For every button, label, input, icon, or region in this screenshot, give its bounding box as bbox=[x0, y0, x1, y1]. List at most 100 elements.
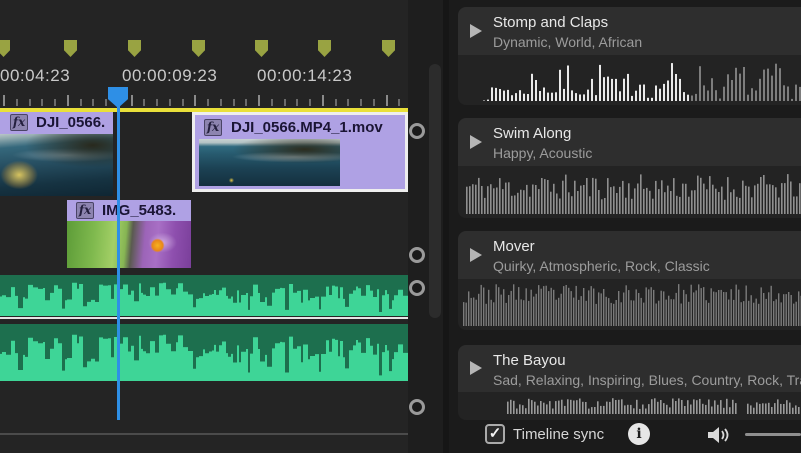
library-track-item[interactable]: Swim Along Happy, Acoustic bbox=[458, 118, 801, 218]
info-icon[interactable]: i bbox=[628, 423, 650, 445]
clip-header: fx IMG_5483. bbox=[67, 200, 191, 221]
timecode-label: 00:00:14:23 bbox=[257, 66, 352, 86]
library-track-header: Stomp and Claps Dynamic, World, African bbox=[458, 7, 801, 55]
ruler-tick bbox=[80, 99, 82, 106]
fx-effect-badge-icon[interactable]: fx bbox=[204, 119, 222, 136]
volume-icon[interactable] bbox=[706, 424, 732, 446]
track-title: The Bayou bbox=[493, 352, 566, 369]
track-tags: Dynamic, World, African bbox=[493, 34, 642, 50]
ruler-tick bbox=[54, 99, 56, 106]
library-track-item[interactable]: Stomp and Claps Dynamic, World, African bbox=[458, 7, 801, 105]
ruler-tick bbox=[143, 99, 145, 106]
ruler-tick bbox=[3, 95, 5, 106]
waveform-preview[interactable] bbox=[458, 279, 801, 330]
timeline-marker-icon[interactable] bbox=[0, 40, 10, 57]
editor-window: 00:04:23 00:00:09:23 00:00:14:23 fx DJI_… bbox=[0, 0, 801, 453]
track-control-strip bbox=[408, 0, 443, 453]
track-title: Stomp and Claps bbox=[493, 14, 608, 31]
ruler-tick bbox=[207, 99, 209, 106]
ruler-tick bbox=[309, 99, 311, 106]
timeline-bottom-divider bbox=[0, 433, 408, 435]
ruler-tick bbox=[233, 99, 235, 106]
library-track-header: Swim Along Happy, Acoustic bbox=[458, 118, 801, 166]
clip-header: fx DJI_0566.MP4_1.mov bbox=[195, 115, 405, 137]
audio-clip-divider bbox=[0, 317, 408, 319]
waveform-preview[interactable] bbox=[458, 166, 801, 218]
clip-thumbnail bbox=[0, 134, 113, 196]
timeline-sync-label: Timeline sync bbox=[513, 426, 604, 443]
clip-thumbnail bbox=[67, 221, 191, 268]
vertical-scrollbar[interactable] bbox=[429, 64, 441, 318]
ruler-tick bbox=[156, 99, 158, 106]
clip-title: DJI_0566. bbox=[36, 114, 105, 131]
track-target-ring-icon[interactable] bbox=[409, 123, 425, 139]
video-clip[interactable]: fx DJI_0566. bbox=[0, 112, 113, 196]
timeline-panel: 00:04:23 00:00:09:23 00:00:14:23 fx DJI_… bbox=[0, 0, 443, 453]
ruler-tick bbox=[182, 99, 184, 106]
ruler-tick bbox=[16, 99, 18, 106]
timeline-marker-icon[interactable] bbox=[192, 40, 205, 57]
clip-thumbnail bbox=[199, 139, 340, 186]
ruler-tick bbox=[386, 95, 388, 106]
play-icon[interactable] bbox=[470, 24, 482, 38]
clip-header: fx DJI_0566. bbox=[0, 112, 113, 134]
ruler-tick bbox=[169, 99, 171, 106]
library-footer: ✓ Timeline sync i bbox=[449, 420, 801, 453]
fx-effect-badge-icon[interactable]: fx bbox=[10, 114, 28, 131]
ruler-tick bbox=[67, 95, 69, 106]
audio-clip-channel-2[interactable] bbox=[0, 324, 408, 381]
library-track-item[interactable]: Mover Quirky, Atmospheric, Rock, Classic bbox=[458, 231, 801, 330]
ruler-tick bbox=[271, 99, 273, 106]
volume-slider[interactable] bbox=[745, 433, 801, 436]
ruler-tick bbox=[194, 95, 196, 106]
track-tags: Happy, Acoustic bbox=[493, 145, 592, 161]
ruler-tick bbox=[347, 99, 349, 106]
timeline-marker-icon[interactable] bbox=[64, 40, 77, 57]
timeline-sync-checkbox[interactable]: ✓ bbox=[485, 424, 505, 444]
fx-effect-badge-icon[interactable]: fx bbox=[76, 202, 94, 219]
ruler-tick bbox=[92, 99, 94, 106]
ruler-tick bbox=[296, 99, 298, 106]
waveform-preview[interactable] bbox=[458, 55, 801, 105]
track-target-ring-icon[interactable] bbox=[409, 247, 425, 263]
video-clip[interactable]: fx IMG_5483. bbox=[67, 200, 191, 268]
play-icon[interactable] bbox=[470, 361, 482, 375]
waveform-preview[interactable] bbox=[458, 392, 801, 420]
audio-clip-channel-1[interactable] bbox=[0, 275, 408, 316]
playhead-line bbox=[117, 95, 120, 420]
library-track-header: The Bayou Sad, Relaxing, Inspiring, Blue… bbox=[458, 345, 801, 392]
play-icon[interactable] bbox=[470, 248, 482, 262]
ruler-tick bbox=[322, 95, 324, 106]
audio-library-panel: Stomp and Claps Dynamic, World, African … bbox=[449, 0, 801, 453]
track-title: Mover bbox=[493, 238, 535, 255]
track-target-ring-icon[interactable] bbox=[409, 399, 425, 415]
clip-title: IMG_5483. bbox=[102, 202, 176, 219]
ruler-tick bbox=[284, 99, 286, 106]
library-track-item[interactable]: The Bayou Sad, Relaxing, Inspiring, Blue… bbox=[458, 345, 801, 420]
track-tags: Sad, Relaxing, Inspiring, Blues, Country… bbox=[493, 372, 801, 388]
timeline-marker-icon[interactable] bbox=[255, 40, 268, 57]
play-icon[interactable] bbox=[470, 135, 482, 149]
ruler-tick bbox=[258, 95, 260, 106]
track-title: Swim Along bbox=[493, 125, 571, 142]
track-target-ring-icon[interactable] bbox=[409, 280, 425, 296]
library-track-header: Mover Quirky, Atmospheric, Rock, Classic bbox=[458, 231, 801, 279]
timecode-label: 00:00:09:23 bbox=[122, 66, 217, 86]
ruler-tick bbox=[360, 99, 362, 106]
ruler-tick bbox=[41, 99, 43, 106]
timeline-marker-icon[interactable] bbox=[382, 40, 395, 57]
clip-title: DJI_0566.MP4_1.mov bbox=[231, 119, 383, 136]
timecode-label: 00:04:23 bbox=[0, 66, 70, 86]
video-clip-selected[interactable]: fx DJI_0566.MP4_1.mov bbox=[192, 112, 408, 192]
ruler-tick bbox=[335, 99, 337, 106]
timeline-marker-icon[interactable] bbox=[318, 40, 331, 57]
timeline-ruler[interactable] bbox=[0, 95, 408, 107]
ruler-tick bbox=[220, 99, 222, 106]
track-tags: Quirky, Atmospheric, Rock, Classic bbox=[493, 258, 710, 274]
ruler-tick bbox=[29, 99, 31, 106]
ruler-tick bbox=[105, 99, 107, 106]
ruler-tick bbox=[245, 99, 247, 106]
ruler-tick bbox=[131, 95, 133, 106]
timeline-track-area[interactable]: 00:04:23 00:00:09:23 00:00:14:23 fx DJI_… bbox=[0, 0, 408, 453]
timeline-marker-icon[interactable] bbox=[128, 40, 141, 57]
